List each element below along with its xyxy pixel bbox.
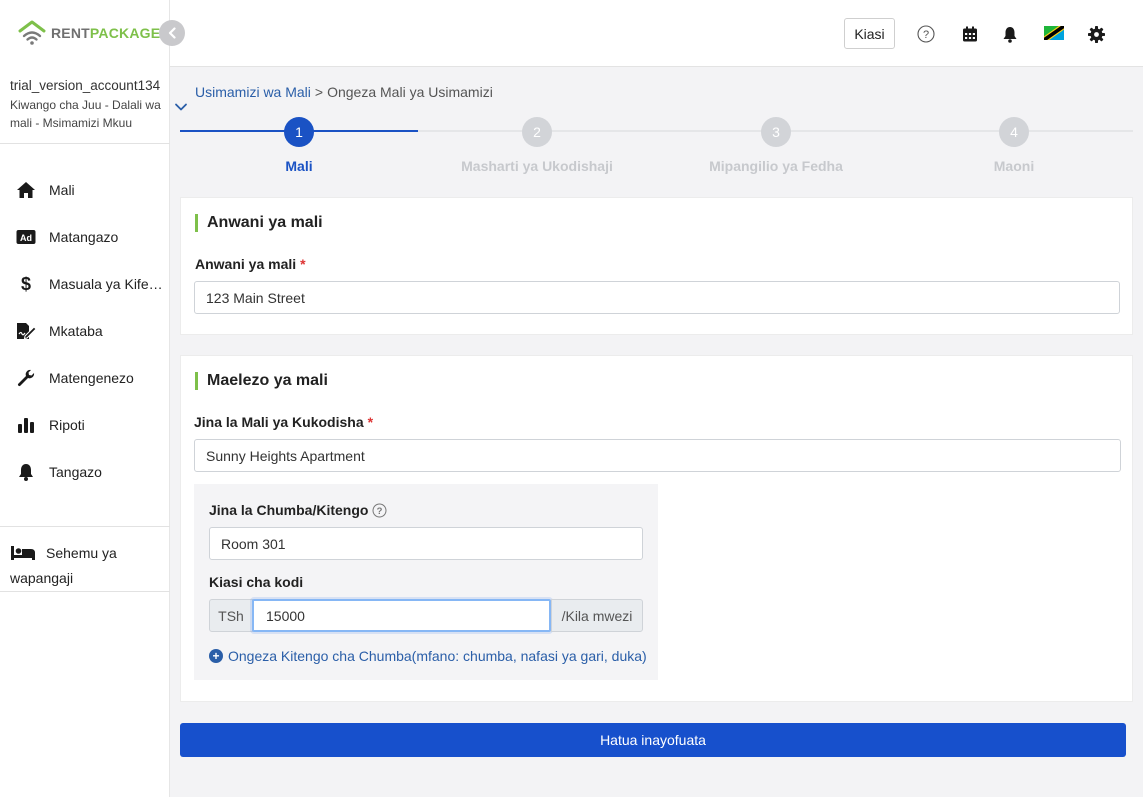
collapse-sidebar-button[interactable]: [159, 20, 185, 46]
sidebar-item-ripoti[interactable]: Ripoti: [15, 413, 170, 437]
breadcrumb-parent-link[interactable]: Usimamizi wa Mali: [195, 84, 311, 100]
bar-chart-icon: [15, 415, 37, 435]
sidebar: RENTPACKAGE trial_version_account134 Kiw…: [0, 0, 170, 797]
rent-amount-label: Kiasi cha kodi: [209, 574, 304, 590]
sidebar-item-tangazo[interactable]: Tangazo: [15, 460, 170, 484]
account-role: Kiwango cha Juu - Dalali wa mali - Msima…: [10, 98, 161, 130]
sidebar-divider: [0, 143, 170, 144]
address-card: Anwani ya mali Anwani ya mali * 123 Main …: [180, 197, 1133, 335]
sidebar-item-masuala-ya-kifedha[interactable]: $ Masuala ya Kifedha: [15, 272, 170, 296]
sidebar-divider: [0, 526, 170, 527]
step-4-label: Maoni: [993, 158, 1035, 174]
property-name-input[interactable]: Sunny Heights Apartment: [194, 439, 1121, 472]
required-mark: *: [367, 414, 374, 430]
step-2-label: Masharti ya Ukodishaji: [461, 158, 613, 174]
step-4-circle[interactable]: 4: [999, 117, 1029, 147]
step-1-circle[interactable]: 1: [284, 117, 314, 147]
svg-text:$: $: [21, 274, 31, 294]
unit-panel: Jina la Chumba/Kitengo ? Room 301 Kiasi …: [194, 484, 658, 680]
account-name: trial_version_account134: [10, 78, 161, 93]
sidebar-item-mali[interactable]: Mali: [15, 178, 170, 202]
next-step-button[interactable]: Hatua inayofuata: [180, 723, 1126, 757]
sidebar-item-label: Masuala ya Kifedha: [49, 276, 169, 292]
property-name-label: Jina la Mali ya Kukodisha *: [194, 414, 374, 430]
add-unit-link[interactable]: + Ongeza Kitengo cha Chumba(mfano: chumb…: [209, 648, 647, 664]
account-info[interactable]: trial_version_account134 Kiwango cha Juu…: [10, 78, 168, 132]
address-input[interactable]: 123 Main Street: [194, 281, 1120, 314]
add-unit-link-label: Ongeza Kitengo cha Chumba(mfano: chumba,…: [228, 648, 647, 664]
calendar-icon[interactable]: [960, 24, 980, 44]
sidebar-item-label: Matangazo: [49, 229, 119, 245]
currency-addon: TSh: [209, 599, 253, 632]
sidebar-item-matengenezo[interactable]: Matengenezo: [15, 366, 170, 390]
step-3-circle[interactable]: 3: [761, 117, 791, 147]
sidebar-item-label: Ripoti: [49, 417, 85, 433]
address-field-label: Anwani ya mali *: [195, 256, 306, 272]
plus-circle-icon: +: [209, 649, 223, 663]
brand-logo[interactable]: RENTPACKAGE: [17, 19, 160, 47]
help-tooltip-icon[interactable]: ?: [372, 503, 387, 518]
chevron-left-icon: [168, 27, 176, 39]
bed-icon: [10, 545, 36, 567]
ad-icon: Ad: [15, 227, 37, 247]
required-mark: *: [300, 256, 306, 272]
notification-bell-icon[interactable]: [1000, 24, 1020, 44]
sidebar-item-mkataba[interactable]: Mkataba: [15, 319, 170, 343]
unit-name-label: Jina la Chumba/Kitengo ?: [209, 502, 387, 518]
sidebar-item-label: Mkataba: [49, 323, 103, 339]
tanzania-flag-icon[interactable]: [1043, 25, 1065, 40]
home-icon: [15, 180, 37, 200]
sidebar-item-sehemu-ya-wapangaji[interactable]: Sehemu ya wapangaji: [10, 542, 160, 589]
svg-text:?: ?: [377, 506, 383, 517]
wrench-icon: [15, 368, 37, 388]
settings-gear-icon[interactable]: [1086, 24, 1106, 44]
kiasi-button[interactable]: Kiasi: [844, 18, 895, 49]
contract-icon: [15, 321, 37, 341]
top-bar: Kiasi ?: [170, 0, 1143, 67]
property-details-card: Maelezo ya mali Jina la Mali ya Kukodish…: [180, 355, 1133, 702]
breadcrumb: Usimamizi wa Mali > Ongeza Mali ya Usimami…: [195, 84, 493, 100]
breadcrumb-current: Ongeza Mali ya Usimamizi: [327, 84, 493, 100]
sidebar-item-label: Mali: [49, 182, 75, 198]
bell-icon: [15, 462, 37, 482]
address-card-title: Anwani ya mali: [195, 214, 323, 232]
wifi-house-logo-icon: [18, 20, 46, 45]
brand-name: RENTPACKAGE: [51, 25, 161, 41]
account-dropdown-toggle[interactable]: [174, 99, 188, 115]
help-icon[interactable]: ?: [916, 24, 936, 44]
rent-period-addon: /Kila mwezi: [551, 599, 643, 632]
rent-amount-input[interactable]: 15000: [252, 599, 551, 632]
breadcrumb-separator: >: [314, 84, 324, 100]
step-1-label: Mali: [285, 158, 313, 174]
property-details-card-title: Maelezo ya mali: [195, 372, 328, 390]
chevron-down-icon: [175, 103, 187, 111]
unit-name-input[interactable]: Room 301: [209, 527, 643, 560]
sidebar-item-label: Matengenezo: [49, 370, 134, 386]
sidebar-item-matangazo[interactable]: Ad Matangazo: [15, 225, 170, 249]
svg-text:Ad: Ad: [20, 233, 32, 243]
sidebar-item-label: Tangazo: [49, 464, 102, 480]
svg-text:?: ?: [923, 29, 929, 41]
step-2-circle[interactable]: 2: [522, 117, 552, 147]
sidebar-divider: [0, 591, 170, 592]
dollar-icon: $: [15, 274, 37, 294]
step-3-label: Mipangilio ya Fedha: [709, 158, 843, 174]
